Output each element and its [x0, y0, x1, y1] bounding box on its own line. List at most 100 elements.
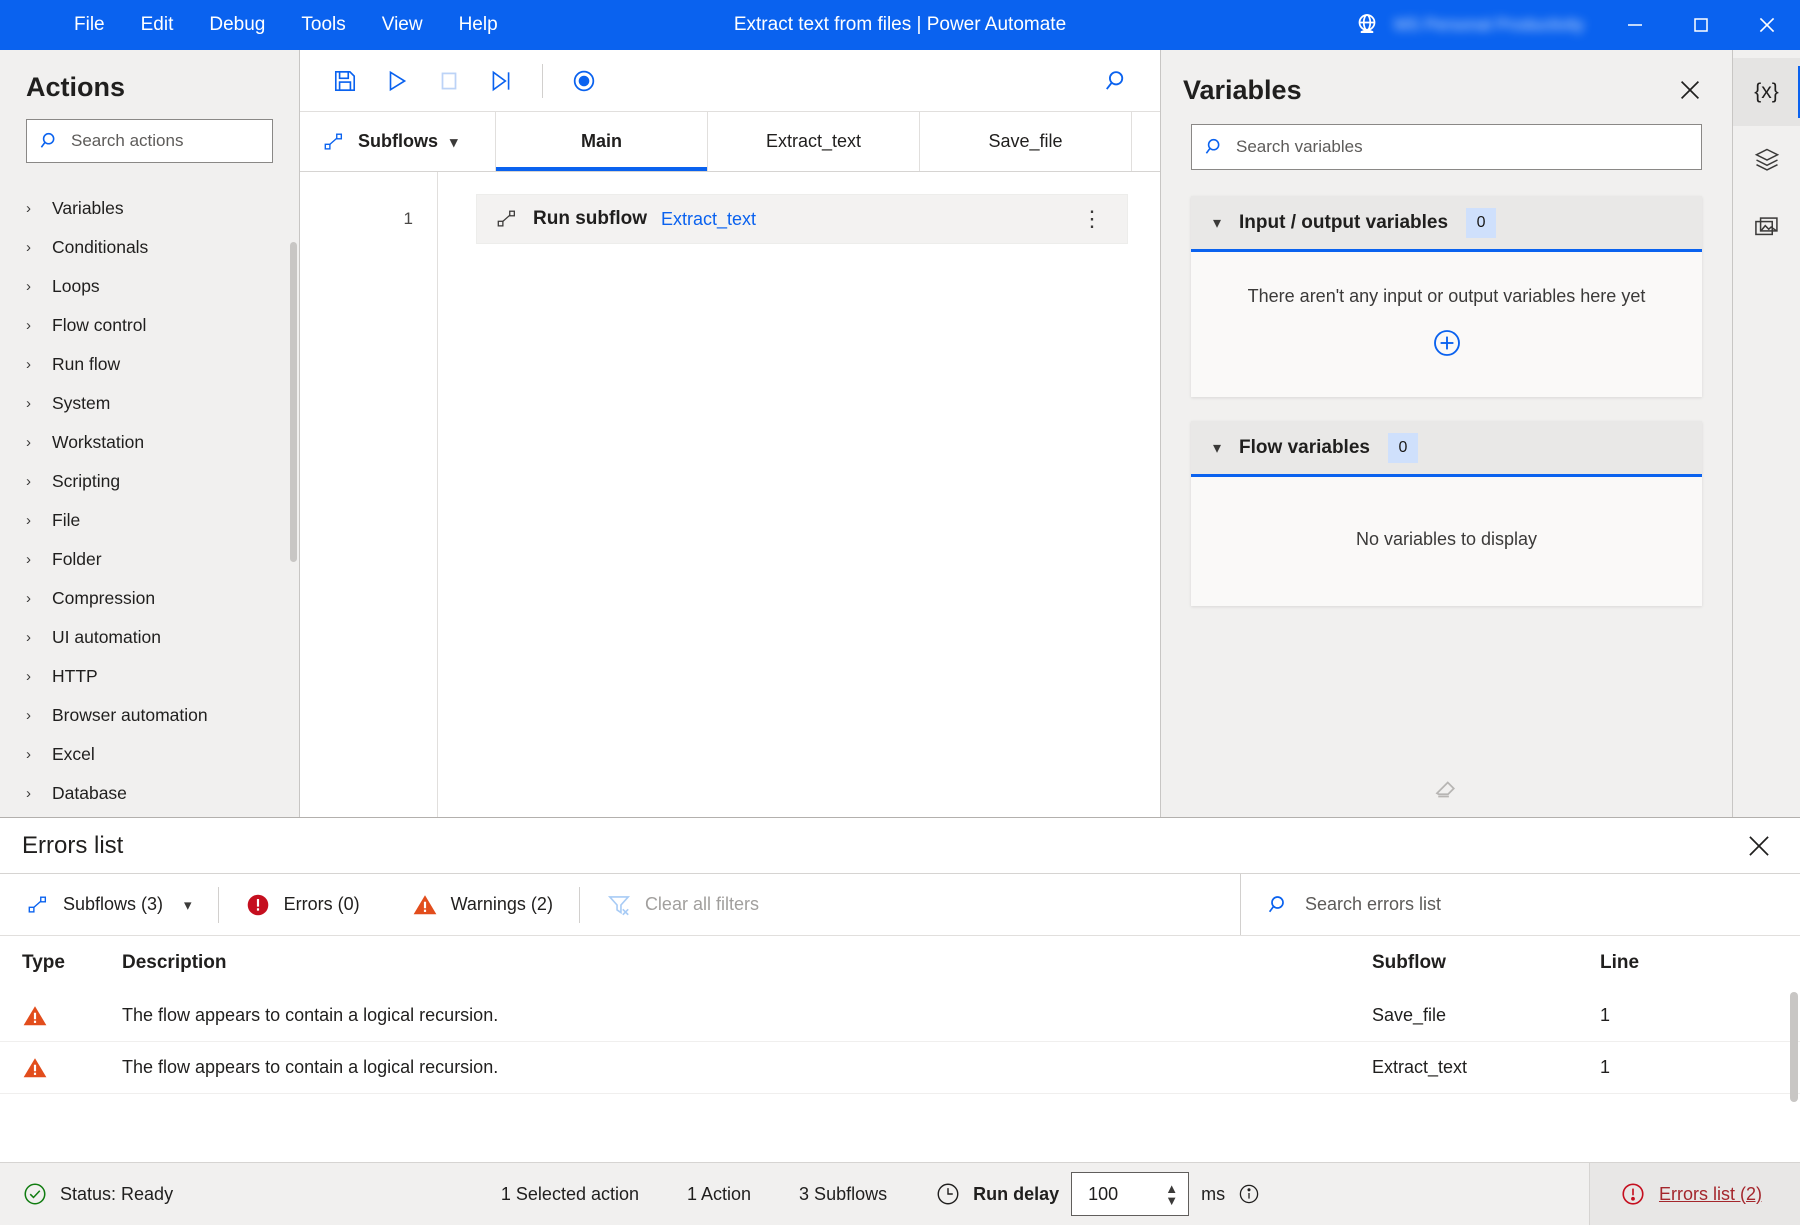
save-button[interactable] [322, 58, 368, 104]
rail-icon-label: {x} [1754, 80, 1779, 103]
action-category-label: Variables [52, 197, 124, 218]
search-variables-placeholder: Search variables [1236, 137, 1363, 156]
action-category-system[interactable]: › System [0, 384, 299, 423]
clear-all-filters-button[interactable]: Clear all filters [580, 874, 785, 935]
action-category-http[interactable]: › HTTP [0, 657, 299, 696]
action-category-workstation[interactable]: › Workstation [0, 423, 299, 462]
filter-errors[interactable]: Errors (0) [219, 874, 386, 935]
errors-filter-toolbar: Subflows (3) ▾ Errors (0) Warnings (2) C… [0, 874, 1800, 936]
action-category-excel[interactable]: › Excel [0, 735, 299, 774]
close-window-button[interactable] [1734, 0, 1800, 50]
table-row[interactable]: The flow appears to contain a logical re… [0, 1042, 1800, 1094]
actions-category-list[interactable]: › Variables › Conditionals › Loops › Flow co… [0, 185, 299, 817]
search-variables-input[interactable]: Search variables [1191, 124, 1702, 170]
eraser-icon[interactable] [1432, 773, 1462, 803]
search-icon [1204, 136, 1226, 158]
action-category-label: UI automation [52, 626, 161, 647]
run-button[interactable] [374, 58, 420, 104]
menu-item-edit[interactable]: Edit [123, 8, 192, 42]
chevron-down-icon: ▾ [184, 896, 192, 914]
group-title: Flow variables [1239, 436, 1370, 458]
chevron-down-icon: ▾ [450, 133, 458, 151]
search-icon [1267, 893, 1291, 917]
spinner-down-icon[interactable]: ▼ [1165, 1194, 1178, 1207]
menu-item-view[interactable]: View [364, 8, 441, 42]
run-delay-input[interactable]: 100 ▲ ▼ [1071, 1172, 1190, 1216]
action-category-scripting[interactable]: › Scripting [0, 462, 299, 501]
tab-extract-text[interactable]: Extract_text [708, 112, 920, 171]
action-category-database[interactable]: › Database [0, 774, 299, 813]
spinner-arrows[interactable]: ▲ ▼ [1165, 1173, 1178, 1215]
menu-item-help[interactable]: Help [441, 8, 516, 42]
chevron-right-icon: › [26, 199, 31, 217]
actions-panel-title: Actions [26, 72, 126, 102]
record-button[interactable] [561, 58, 607, 104]
errors-table-header: Type Description Subflow Line [0, 936, 1800, 990]
errors-list-link[interactable]: Errors list (2) [1659, 1184, 1762, 1205]
action-category-variables[interactable]: › Variables [0, 189, 299, 228]
menu-item-tools[interactable]: Tools [283, 8, 363, 42]
search-actions-input[interactable]: Search actions [26, 119, 273, 163]
action-category-label: Excel [52, 743, 95, 764]
errors-list-status-button[interactable]: Errors list (2) [1588, 1163, 1800, 1225]
clear-all-filters-label: Clear all filters [644, 894, 759, 914]
action-row-run-subflow[interactable]: Run subflow Extract_text ⋮ [476, 194, 1128, 244]
action-category-compression[interactable]: › Compression [0, 579, 299, 618]
add-circle-icon[interactable] [1431, 327, 1463, 359]
close-icon[interactable] [1670, 72, 1710, 108]
action-category-ui-automation[interactable]: › UI automation [0, 618, 299, 657]
chevron-right-icon: › [26, 784, 31, 802]
action-category-file[interactable]: › File [0, 501, 299, 540]
status-counters: 1 Selected action 1 Action 3 Subflows Ru… [501, 1172, 1261, 1216]
filter-subflows[interactable]: Subflows (3) ▾ [0, 874, 218, 935]
input-output-count-badge: 0 [1466, 207, 1497, 238]
action-category-email[interactable]: ›Email [0, 813, 299, 817]
account-indicator[interactable]: MS Personal Productivity [1352, 10, 1584, 40]
minimize-button[interactable] [1602, 0, 1668, 50]
subflows-dropdown[interactable]: Subflows ▾ [300, 112, 496, 171]
maximize-button[interactable] [1668, 0, 1734, 50]
close-icon[interactable] [1740, 827, 1778, 865]
tab-main[interactable]: Main [496, 112, 708, 171]
flow-variables-header[interactable]: ▾ Flow variables 0 [1191, 421, 1702, 477]
action-category-browser-automation[interactable]: › Browser automation [0, 696, 299, 735]
column-header-subflow: Subflow [1372, 952, 1446, 973]
check-circle-icon [22, 1181, 48, 1207]
chevron-right-icon: › [26, 706, 31, 724]
more-options-icon[interactable]: ⋮ [1075, 208, 1109, 230]
run-next-action-button[interactable] [478, 58, 524, 104]
menu-item-file[interactable]: File [56, 8, 123, 42]
chevron-right-icon: › [26, 589, 31, 607]
action-category-loops[interactable]: › Loops [0, 267, 299, 306]
filter-warnings[interactable]: Warnings (2) [386, 874, 579, 935]
errors-table-scrollbar[interactable] [1790, 992, 1798, 1102]
action-category-label: Loops [52, 275, 100, 296]
action-category-flow-control[interactable]: › Flow control [0, 306, 299, 345]
search-actions-placeholder: Search actions [71, 130, 184, 150]
stop-button[interactable] [426, 58, 472, 104]
chevron-right-icon: › [26, 472, 31, 490]
table-row[interactable]: The flow appears to contain a logical re… [0, 990, 1800, 1042]
row-description: The flow appears to contain a logical re… [122, 1005, 499, 1025]
run-delay-unit: ms [1201, 1183, 1226, 1204]
toolbar-divider [542, 63, 543, 98]
menu-item-debug[interactable]: Debug [191, 8, 283, 42]
action-category-label: HTTP [52, 665, 98, 686]
editor-search-button[interactable] [1092, 58, 1138, 104]
variables-pane-icon[interactable]: {x} [1732, 58, 1800, 126]
main-area: Actions Search actions › Variables › Condi… [0, 50, 1800, 817]
input-output-variables-header[interactable]: ▾ Input / output variables 0 [1191, 196, 1702, 252]
ui-elements-icon[interactable] [1733, 126, 1800, 194]
run-delay-value: 100 [1088, 1183, 1119, 1204]
action-category-run-flow[interactable]: › Run flow [0, 345, 299, 384]
info-icon[interactable] [1237, 1182, 1261, 1206]
spinner-up-icon[interactable]: ▲ [1165, 1182, 1178, 1195]
tab-save-file[interactable]: Save_file [920, 112, 1132, 171]
action-category-folder[interactable]: › Folder [0, 540, 299, 579]
selected-actions-count: 1 Selected action [500, 1183, 639, 1204]
search-errors-input[interactable]: Search errors list [1240, 874, 1800, 935]
actions-scrollbar[interactable] [290, 242, 297, 562]
images-icon[interactable] [1733, 194, 1800, 262]
action-category-conditionals[interactable]: › Conditionals [0, 228, 299, 267]
empty-state-text: No variables to display [1355, 529, 1538, 549]
